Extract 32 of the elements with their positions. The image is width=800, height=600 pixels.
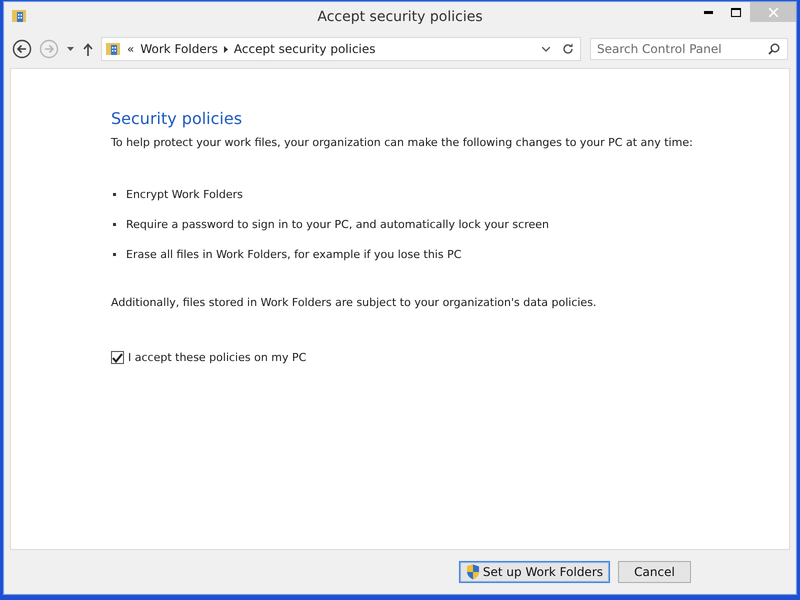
breadcrumb[interactable]: Work Folders xyxy=(140,42,218,56)
search-field[interactable]: Search Control Panel xyxy=(590,38,788,60)
setup-button[interactable]: Set up Work Folders xyxy=(458,561,610,583)
maximize-icon xyxy=(731,8,741,16)
search-icon xyxy=(768,43,780,55)
cancel-button[interactable]: Cancel xyxy=(618,561,691,583)
caret-icon xyxy=(542,46,550,52)
folder-icon xyxy=(11,8,27,24)
intro-text: To help protect your work files, your organization can make the following changes to your PC at any time: xyxy=(111,136,694,149)
accept-checkbox[interactable] xyxy=(111,351,124,364)
window-title: Accept security policies xyxy=(317,9,483,25)
note-text: Additionally, files stored in Work Folders are subject to your organization's data policies. xyxy=(111,296,598,309)
refresh-icon xyxy=(562,43,574,55)
folder-icon xyxy=(105,41,121,57)
separator-arrow-icon xyxy=(224,46,228,52)
bullet-icon xyxy=(113,222,116,226)
policy-text: Erase all files in Work Folders, for example if you lose this PC xyxy=(126,248,462,260)
bullet-icon xyxy=(113,252,116,256)
caret-icon xyxy=(67,47,74,51)
shield-icon xyxy=(466,564,480,580)
section-heading: Security policies xyxy=(111,109,244,128)
bullet-icon xyxy=(113,192,116,196)
back-button[interactable] xyxy=(10,37,34,61)
checkbox-label[interactable]: I accept these policies on my PC xyxy=(128,351,306,364)
overflow-chevron[interactable]: « xyxy=(127,42,134,56)
breadcrumb[interactable]: Accept security policies xyxy=(234,42,376,56)
up-arrow-icon xyxy=(83,42,93,56)
minimize-icon xyxy=(704,10,712,14)
address-bar[interactable]: « Work Folders Accept security policies xyxy=(101,37,581,61)
policy-text: Encrypt Work Folders xyxy=(126,188,243,200)
policy-text: Require a password to sign in to your PC, and automatically lock your screen xyxy=(126,218,549,230)
close-icon xyxy=(768,8,778,16)
